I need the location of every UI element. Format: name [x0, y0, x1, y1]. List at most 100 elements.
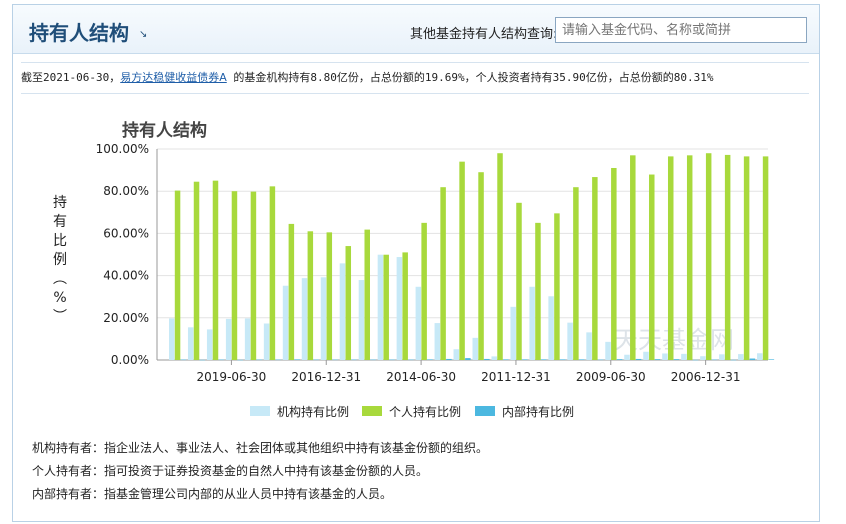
note-institutional: 机构持有者：指企业法人、事业法人、社会团体或其他组织中持有该基金份额的组织。 — [32, 441, 489, 455]
bar-internal — [256, 359, 262, 361]
bar-individual — [573, 187, 579, 360]
y-tick-label: 40.00% — [103, 269, 149, 283]
bar-internal — [408, 359, 414, 361]
bar-individual — [705, 153, 712, 360]
legend-swatch — [250, 406, 270, 416]
bar-internal — [313, 359, 319, 361]
note-individual: 个人持有者：指可投资于证券投资基金的自然人中持有该基金份额的人员。 — [32, 464, 429, 478]
legend-label: 内部持有比例 — [502, 404, 574, 419]
bar-institutional — [757, 353, 763, 360]
bar-individual — [630, 155, 636, 360]
bar-individual — [345, 246, 352, 360]
bar-institutional — [719, 354, 725, 360]
y-tick-label: 60.00% — [103, 226, 149, 240]
bar-individual — [649, 174, 655, 360]
bar-institutional — [643, 351, 649, 360]
bar-individual — [743, 156, 750, 360]
bar-internal — [275, 359, 281, 361]
bar-institutional — [567, 322, 573, 360]
bar-internal — [294, 359, 300, 360]
legend-swatch — [362, 406, 382, 416]
bar-internal — [484, 358, 490, 360]
bar-institutional — [491, 356, 497, 360]
bar-individual — [402, 252, 408, 360]
bar-institutional — [282, 285, 289, 360]
bar-internal — [578, 359, 585, 360]
bar-individual — [288, 223, 295, 360]
bar-internal — [218, 359, 225, 361]
bar-institutional — [548, 296, 554, 360]
bar-institutional — [453, 349, 460, 360]
bar-institutional — [225, 318, 232, 360]
bar-institutional — [358, 280, 365, 360]
bar-internal — [654, 359, 661, 360]
bar-internal — [465, 358, 471, 360]
bar-individual — [212, 180, 219, 360]
bar-institutional — [700, 356, 706, 360]
bar-individual — [611, 167, 617, 360]
bar-internal — [730, 359, 737, 361]
y-tick-label: 80.00% — [103, 184, 149, 198]
bar-internal — [351, 359, 357, 361]
bar-internal — [503, 359, 509, 360]
bar-internal — [541, 359, 547, 360]
bar-internal — [749, 358, 756, 360]
bar-institutional — [301, 278, 308, 360]
bar-internal — [427, 359, 433, 360]
bar-institutional — [169, 318, 175, 360]
bar-internal — [237, 359, 244, 361]
bar-institutional — [263, 323, 270, 360]
bar-internal — [635, 358, 642, 360]
y-tick-label: 0.00% — [111, 353, 149, 367]
bar-institutional — [472, 337, 478, 360]
bar-internal — [711, 359, 718, 361]
definition-notes: 机构持有者：指企业法人、事业法人、社会团体或其他组织中持有该基金份额的组织。 个… — [32, 437, 488, 506]
x-tick-label: 2009-06-30 — [576, 370, 646, 384]
bar-individual — [478, 172, 484, 360]
bar-individual — [554, 213, 560, 360]
bar-internal — [522, 359, 528, 360]
bar-individual — [686, 155, 693, 360]
bar-institutional — [320, 277, 327, 360]
bar-institutional — [624, 354, 630, 360]
bar-institutional — [415, 286, 422, 360]
bar-internal — [559, 359, 566, 360]
bar-individual — [724, 154, 731, 360]
y-tick-label: 20.00% — [103, 311, 149, 325]
bar-institutional — [396, 257, 403, 360]
bar-individual — [440, 187, 446, 360]
bar-internal — [370, 359, 376, 361]
bar-internal — [673, 359, 680, 360]
x-tick-label: 2019-06-30 — [197, 370, 267, 384]
bar-individual — [459, 161, 465, 360]
bar-institutional — [605, 341, 611, 360]
bar-internal — [389, 359, 395, 361]
bar-individual — [231, 191, 238, 360]
bar-individual — [592, 177, 598, 360]
bar-individual — [383, 254, 389, 360]
bar-internal — [616, 359, 623, 360]
x-tick-label: 2011-12-31 — [481, 370, 551, 384]
bar-institutional — [187, 327, 194, 360]
y-tick-label: 100.00% — [96, 142, 149, 156]
bar-internal — [768, 359, 775, 360]
bar-individual — [174, 190, 181, 360]
bar-internal — [199, 359, 206, 361]
note-internal: 内部持有者：指基金管理公司内部的从业人员中持有该基金的人员。 — [32, 487, 393, 501]
bar-internal — [180, 359, 187, 361]
bar-institutional — [244, 318, 251, 360]
legend-label: 机构持有比例 — [277, 404, 349, 419]
bar-individual — [667, 156, 674, 360]
bar-individual — [516, 202, 522, 360]
bar-individual — [535, 222, 541, 360]
bar-institutional — [586, 332, 592, 360]
bar-internal — [597, 359, 604, 361]
x-tick-label: 2014-06-30 — [386, 370, 456, 384]
legend-swatch — [475, 406, 495, 416]
x-tick-label: 2006-12-31 — [671, 370, 741, 384]
bar-institutional — [377, 254, 384, 360]
bar-individual — [193, 181, 200, 360]
bar-institutional — [206, 329, 213, 360]
bar-institutional — [434, 323, 441, 360]
bar-individual — [326, 232, 333, 360]
